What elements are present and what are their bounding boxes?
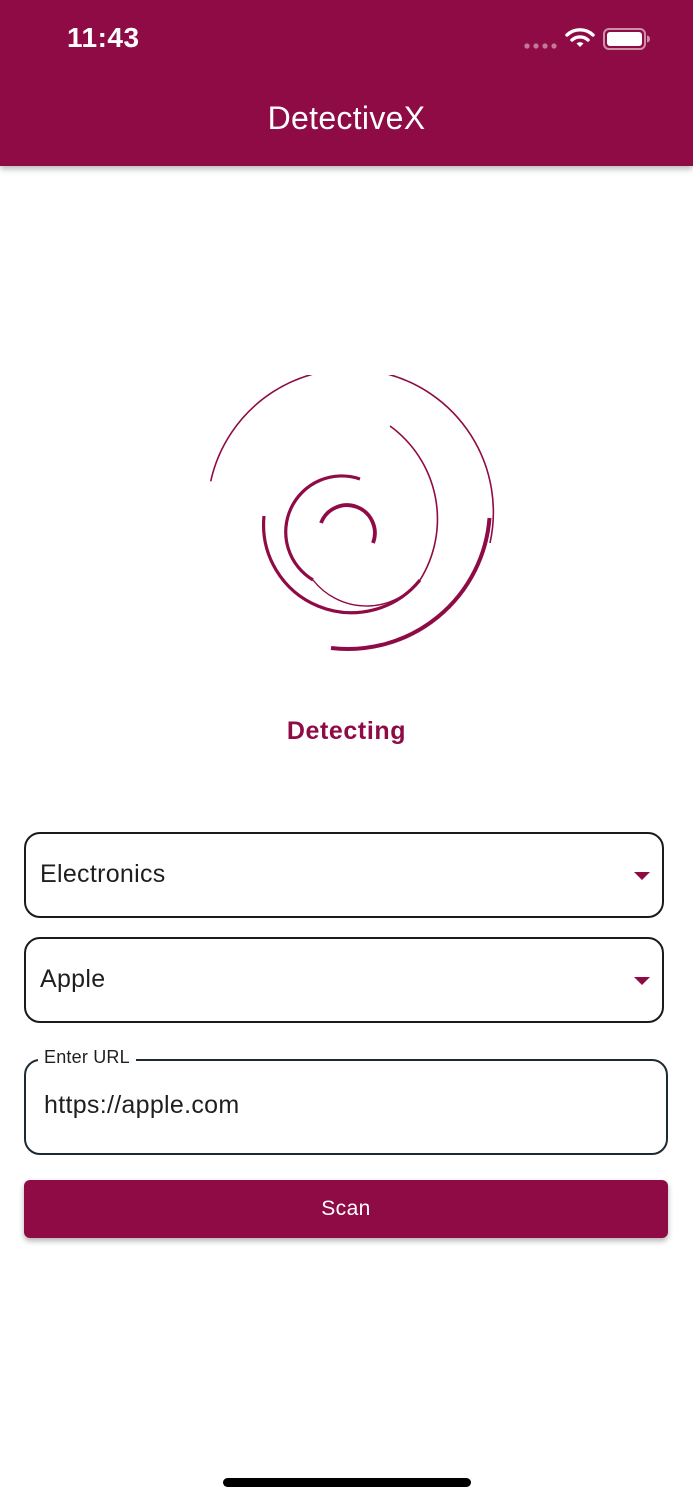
battery-icon (603, 28, 650, 50)
url-input[interactable]: Enter URL https://apple.com (24, 1047, 668, 1155)
wifi-icon (565, 28, 595, 47)
category-dropdown-value: Electronics (40, 860, 166, 888)
scan-button[interactable]: Scan (24, 1180, 668, 1238)
brand-dropdown-value: Apple (40, 965, 106, 993)
home-indicator[interactable] (223, 1478, 471, 1487)
caret-down-icon (634, 872, 650, 880)
status-bar-time: 11:43 (67, 22, 140, 53)
spinner-icon (209, 375, 495, 651)
url-input-value[interactable]: https://apple.com (44, 1091, 239, 1120)
category-dropdown[interactable]: Electronics (24, 832, 664, 918)
brand-dropdown[interactable]: Apple (24, 937, 664, 1023)
caret-down-icon (634, 977, 650, 985)
app-bar: 11:43 DetectiveX (0, 0, 693, 166)
detecting-status-text: Detecting (286, 717, 407, 745)
app-title: DetectiveX (267, 100, 426, 136)
url-input-label: Enter URL (38, 1047, 136, 1068)
cellular-signal-icon (524, 43, 557, 49)
